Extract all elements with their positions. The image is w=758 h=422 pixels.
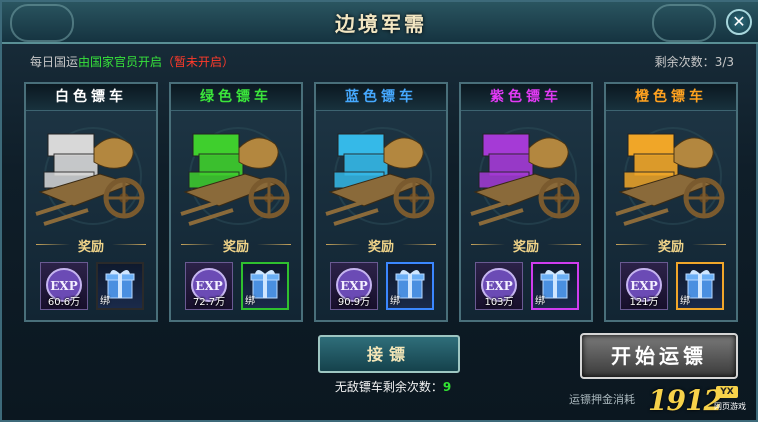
logo-badge: YX bbox=[716, 386, 738, 398]
cart-name: 绿色镖车 bbox=[171, 84, 301, 111]
svg-text:EXP: EXP bbox=[195, 279, 222, 293]
cart-name: 白色镖车 bbox=[26, 84, 156, 111]
gift-box-reward-icon[interactable]: 绑 bbox=[241, 262, 289, 310]
national-luck-info: 每日国运由国家官员开启（暂未开启） bbox=[30, 53, 234, 70]
exp-amount: 103万 bbox=[484, 297, 514, 308]
exp-amount: 121万 bbox=[629, 297, 659, 308]
bind-tag: 绑 bbox=[535, 296, 545, 307]
title-bar: 边境军需 ✕ bbox=[2, 2, 758, 44]
gift-box-reward-icon[interactable]: 绑 bbox=[386, 262, 434, 310]
cart-image bbox=[469, 114, 583, 232]
logo-number: 1912 bbox=[648, 384, 723, 417]
svg-text:EXP: EXP bbox=[485, 279, 512, 293]
bind-tag: 绑 bbox=[390, 296, 400, 307]
start-escort-button[interactable]: 开始运镖 bbox=[580, 333, 738, 379]
cart-name: 橙色镖车 bbox=[606, 84, 736, 111]
escort-window: 边境军需 ✕ 每日国运由国家官员开启（暂未开启） 剩余次数：3/3 白色镖车 奖… bbox=[0, 0, 758, 422]
cart-image bbox=[34, 114, 148, 232]
remaining-value: 3/3 bbox=[714, 55, 734, 69]
cart-panel[interactable]: 紫色镖车 奖励 EXP 103万 绑 bbox=[459, 82, 593, 322]
info-condition: 由国家官员开启 bbox=[78, 55, 163, 69]
info-bar: 每日国运由国家官员开启（暂未开启） 剩余次数：3/3 bbox=[22, 50, 736, 72]
reward-label: 奖励 bbox=[657, 240, 684, 255]
bind-tag: 绑 bbox=[245, 296, 255, 307]
cart-panel[interactable]: 绿色镖车 奖励 EXP 72.7万 绑 bbox=[169, 82, 303, 322]
exp-reward-icon[interactable]: EXP 103万 bbox=[475, 262, 523, 310]
bind-tag: 绑 bbox=[680, 296, 690, 307]
close-button[interactable]: ✕ bbox=[726, 9, 752, 35]
reward-label: 奖励 bbox=[512, 240, 539, 255]
svg-text:EXP: EXP bbox=[340, 279, 367, 293]
deposit-label: 运镖押金消耗 bbox=[569, 393, 635, 406]
gift-box-reward-icon[interactable]: 绑 bbox=[676, 262, 724, 310]
info-prefix: 每日国运 bbox=[30, 55, 79, 69]
exp-reward-icon[interactable]: EXP 60.6万 bbox=[40, 262, 88, 310]
remaining-label: 剩余次数： bbox=[654, 55, 715, 69]
gift-box-reward-icon[interactable]: 绑 bbox=[531, 262, 579, 310]
accept-escort-button[interactable]: 接镖 bbox=[318, 335, 460, 373]
remaining-count: 剩余次数：3/3 bbox=[655, 53, 734, 70]
exp-reward-icon[interactable]: EXP 90.9万 bbox=[330, 262, 378, 310]
cart-panel[interactable]: 白色镖车 奖励 EXP 60.6万 绑 bbox=[24, 82, 158, 322]
invincible-value: 9 bbox=[442, 380, 452, 394]
exp-amount: 72.7万 bbox=[192, 297, 226, 308]
gift-box-reward-icon[interactable]: 绑 bbox=[96, 262, 144, 310]
reward-label: 奖励 bbox=[367, 240, 394, 255]
cart-panels: 白色镖车 奖励 EXP 60.6万 绑 绿色镖车 奖励 EXP 72.7万 绑 … bbox=[24, 82, 738, 326]
site-logo: 1912 YX 网页游戏 bbox=[648, 384, 754, 420]
cart-image bbox=[614, 114, 728, 232]
reward-label: 奖励 bbox=[222, 240, 249, 255]
exp-amount: 90.9万 bbox=[337, 297, 371, 308]
logo-subtitle: 网页游戏 bbox=[714, 402, 746, 411]
exp-reward-icon[interactable]: EXP 121万 bbox=[620, 262, 668, 310]
bind-tag: 绑 bbox=[100, 296, 110, 307]
invincible-label: 无敌镖车剩余次数： bbox=[334, 380, 443, 394]
cart-panel[interactable]: 橙色镖车 奖励 EXP 121万 绑 bbox=[604, 82, 738, 322]
cart-image bbox=[179, 114, 293, 232]
cart-image bbox=[324, 114, 438, 232]
svg-text:EXP: EXP bbox=[630, 279, 657, 293]
svg-text:EXP: EXP bbox=[50, 279, 77, 293]
window-title: 边境军需 bbox=[335, 12, 427, 36]
reward-label: 奖励 bbox=[77, 240, 104, 255]
info-status: （暂未开启） bbox=[162, 55, 235, 69]
cart-name: 蓝色镖车 bbox=[316, 84, 446, 111]
exp-amount: 60.6万 bbox=[47, 297, 81, 308]
exp-reward-icon[interactable]: EXP 72.7万 bbox=[185, 262, 233, 310]
cart-name: 紫色镖车 bbox=[461, 84, 591, 111]
invincible-cart-count: 无敌镖车剩余次数：9 bbox=[308, 378, 478, 395]
cart-panel[interactable]: 蓝色镖车 奖励 EXP 90.9万 绑 bbox=[314, 82, 448, 322]
